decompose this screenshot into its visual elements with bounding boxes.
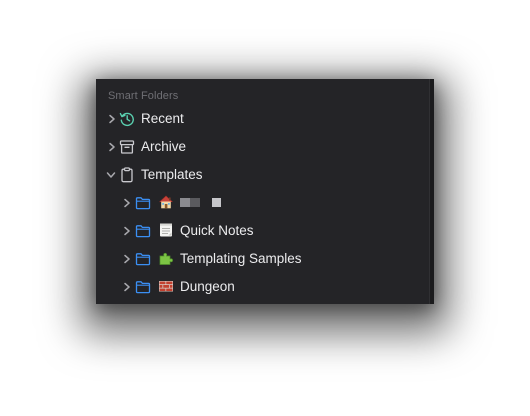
folder-label: Dungeon [180, 279, 235, 294]
folder-row-templating-samples[interactable]: Templating Samples [96, 245, 430, 273]
folder-row-dungeon[interactable]: Dungeon [96, 273, 430, 301]
chevron-down-icon[interactable] [106, 170, 116, 180]
chevron-right-icon[interactable] [122, 254, 132, 264]
chevron-right-icon[interactable] [107, 114, 117, 124]
archive-box-icon [118, 138, 136, 156]
sidebar-item-templates[interactable]: Templates [96, 161, 430, 189]
chevron-right-icon[interactable] [107, 142, 117, 152]
sidebar-panel: Smart Folders Recent Archive Templates Q… [96, 79, 434, 304]
chevron-right-icon[interactable] [122, 226, 132, 236]
sidebar-item-label: Templates [141, 167, 203, 182]
brick-wall-emoji-icon [158, 278, 174, 294]
folder-icon [134, 278, 152, 296]
section-header-smart-folders: Smart Folders [108, 90, 179, 102]
puzzle-piece-emoji-icon [158, 250, 174, 266]
redacted-text-block [212, 198, 221, 207]
chevron-right-icon[interactable] [122, 198, 132, 208]
clipboard-icon [118, 166, 136, 184]
folder-icon [134, 250, 152, 268]
folder-label: Templating Samples [180, 251, 302, 266]
redacted-text-block [180, 198, 190, 207]
chevron-right-icon[interactable] [122, 282, 132, 292]
clock-history-icon [118, 110, 136, 128]
folder-icon [134, 194, 152, 212]
redacted-text-block [190, 198, 200, 207]
folder-icon [134, 222, 152, 240]
sidebar-item-label: Recent [141, 111, 184, 126]
sidebar-item-archive[interactable]: Archive [96, 133, 430, 161]
notepad-emoji-icon [158, 222, 174, 238]
folder-row-home[interactable] [96, 189, 430, 217]
folder-label: Quick Notes [180, 223, 254, 238]
folder-row-quick-notes[interactable]: Quick Notes [96, 217, 430, 245]
sidebar-item-recent[interactable]: Recent [96, 105, 430, 133]
sidebar-item-label: Archive [141, 139, 187, 154]
house-emoji-icon [158, 194, 174, 210]
